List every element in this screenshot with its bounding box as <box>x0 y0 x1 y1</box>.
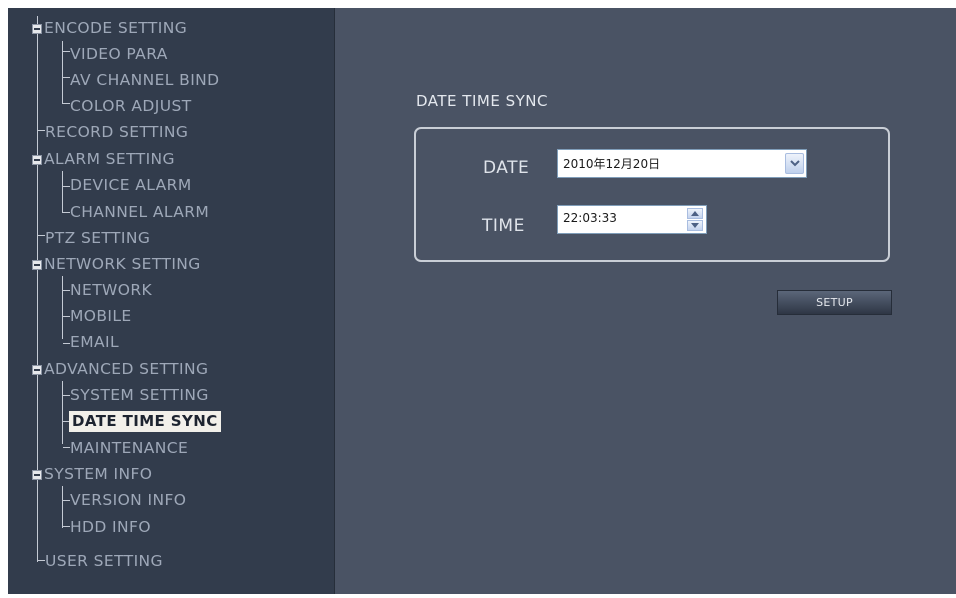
section-title: DATE TIME SYNC <box>416 92 548 110</box>
setup-button[interactable]: SETUP <box>777 290 892 315</box>
time-label: TIME <box>482 216 525 236</box>
date-value: 2010年12月20日 <box>563 157 661 171</box>
tree-item-color-adjust[interactable]: COLOR ADJUST <box>70 95 192 117</box>
tree-advanced-line <box>62 381 63 444</box>
tree-item-version-info[interactable]: VERSION INFO <box>70 489 186 511</box>
tree-connector <box>63 103 70 104</box>
tree-connector <box>63 77 70 78</box>
tree-connector <box>63 500 70 501</box>
tree-connector <box>63 526 70 527</box>
spin-up-icon[interactable] <box>687 208 703 219</box>
tree-connector <box>38 130 45 131</box>
spin-down-icon[interactable] <box>687 220 703 231</box>
chevron-down-icon[interactable] <box>785 153 804 174</box>
tree-connector <box>63 447 70 448</box>
tree-item-channel-alarm[interactable]: CHANNEL ALARM <box>70 201 209 223</box>
tree-item-alarm-setting[interactable]: ALARM SETTING <box>44 148 175 170</box>
tree-item-hdd-info[interactable]: HDD INFO <box>70 516 151 538</box>
tree-item-email[interactable]: EMAIL <box>70 331 119 353</box>
tree-alarm-line <box>62 171 63 213</box>
tree-connector <box>63 290 70 291</box>
tree-connector <box>63 186 70 187</box>
tree-item-av-channel-bind[interactable]: AV CHANNEL BIND <box>70 69 220 91</box>
time-input[interactable]: 22:03:33 <box>557 205 707 234</box>
collapse-icon[interactable] <box>32 155 42 165</box>
date-select[interactable]: 2010年12月20日 <box>557 149 807 178</box>
settings-window: ENCODE SETTING VIDEO PARA AV CHANNEL BIN… <box>0 0 956 598</box>
tree-item-video-para[interactable]: VIDEO PARA <box>70 43 168 65</box>
tree-sysinfo-line <box>62 486 63 528</box>
collapse-icon[interactable] <box>32 24 42 34</box>
tree-item-record-setting[interactable]: RECORD SETTING <box>45 121 188 143</box>
tree-network-line <box>62 276 63 339</box>
settings-tree-panel: ENCODE SETTING VIDEO PARA AV CHANNEL BIN… <box>8 8 335 594</box>
tree-item-device-alarm[interactable]: DEVICE ALARM <box>70 174 192 196</box>
tree-item-ptz-setting[interactable]: PTZ SETTING <box>45 227 150 249</box>
tree-connector <box>38 560 45 561</box>
time-value: 22:03:33 <box>563 211 617 225</box>
collapse-icon[interactable] <box>32 470 42 480</box>
tree-item-encode-setting[interactable]: ENCODE SETTING <box>44 17 187 39</box>
collapse-icon[interactable] <box>32 365 42 375</box>
tree-item-date-time-sync[interactable]: DATE TIME SYNC <box>69 411 221 432</box>
tree-item-mobile[interactable]: MOBILE <box>70 305 132 327</box>
tree-item-network-setting[interactable]: NETWORK SETTING <box>44 253 201 275</box>
tree-item-system-setting[interactable]: SYSTEM SETTING <box>70 384 209 406</box>
tree-item-maintenance[interactable]: MAINTENANCE <box>70 437 188 459</box>
tree-item-user-setting[interactable]: USER SETTING <box>45 550 163 572</box>
tree-root-line <box>37 16 38 562</box>
date-time-group-box <box>414 127 890 262</box>
tree-connector <box>63 212 70 213</box>
tree-connector <box>38 235 45 236</box>
tree-item-network[interactable]: NETWORK <box>70 279 152 301</box>
tree-connector <box>63 316 70 317</box>
tree-item-system-info[interactable]: SYSTEM INFO <box>44 463 152 485</box>
tree-item-advanced-setting[interactable]: ADVANCED SETTING <box>44 358 208 380</box>
date-label: DATE <box>483 158 530 178</box>
collapse-icon[interactable] <box>32 260 42 270</box>
time-spinner[interactable] <box>687 208 703 231</box>
tree-connector <box>63 343 70 344</box>
tree-connector <box>63 395 70 396</box>
tree-connector <box>63 51 70 52</box>
